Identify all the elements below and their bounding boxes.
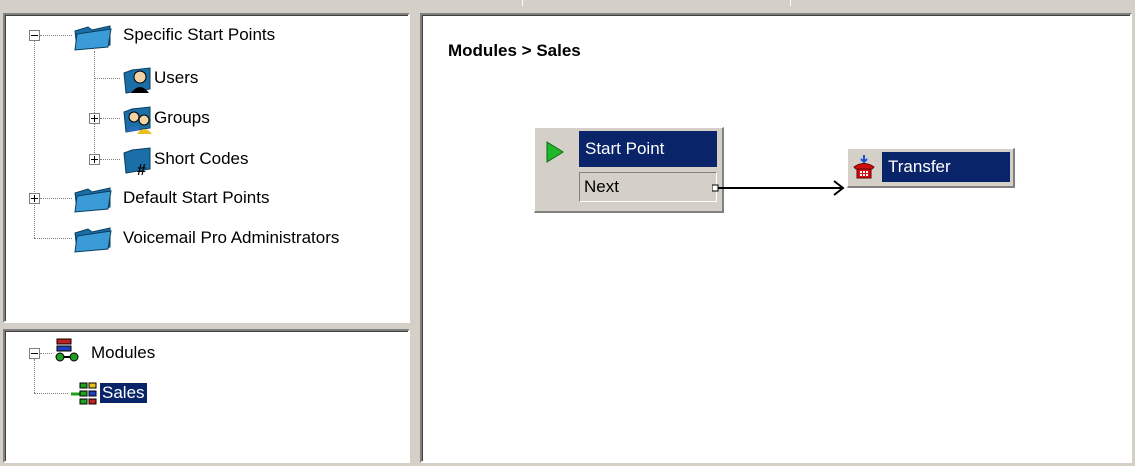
- connector-arrow: [712, 180, 845, 196]
- node-title: Transfer: [882, 152, 1010, 182]
- tree-line: [34, 359, 35, 393]
- tree-item-label: Default Start Points: [123, 188, 270, 207]
- short-code-icon: #: [123, 147, 151, 177]
- expand-toggle[interactable]: [89, 154, 100, 165]
- tree-line: [94, 78, 120, 79]
- tree-line: [100, 118, 120, 119]
- tree-item-label: Users: [154, 68, 199, 87]
- play-icon: [546, 141, 564, 163]
- breadcrumb: Modules > Sales: [448, 41, 581, 60]
- modules-tree-pane[interactable]: Modules Sales: [3, 329, 410, 463]
- start-points-tree-pane[interactable]: Specific Start Points Users Groups # Sho…: [3, 13, 410, 323]
- tree-item-label: Specific Start Points: [123, 25, 276, 44]
- group-icon: [123, 106, 152, 134]
- tree-line: [40, 198, 72, 199]
- tree-item-label: Groups: [154, 108, 210, 127]
- tree-item-label: Sales: [99, 382, 148, 404]
- tree-line: [34, 393, 68, 394]
- transfer-phone-icon: [853, 155, 875, 179]
- start-point-node[interactable]: Start Point Next: [534, 127, 724, 213]
- tree-item-label: Voicemail Pro Administrators: [123, 228, 340, 247]
- tree-line: [34, 38, 35, 238]
- tree-line: [34, 238, 72, 239]
- tree-item-label: Short Codes: [154, 149, 249, 168]
- user-icon: [123, 67, 151, 94]
- module-canvas[interactable]: Modules > Sales Start Point Next Transfe…: [420, 13, 1132, 463]
- tree-item-label: Modules: [91, 343, 156, 362]
- tree-line: [100, 159, 120, 160]
- flow-module-icon: [71, 382, 97, 405]
- column-divider: [790, 0, 791, 6]
- folder-icon: [74, 227, 112, 253]
- tree-line: [40, 35, 72, 36]
- top-splitter-strip: [0, 0, 1135, 6]
- expand-toggle[interactable]: [29, 193, 40, 204]
- collapse-toggle[interactable]: [29, 30, 40, 41]
- folder-icon: [74, 187, 112, 213]
- transfer-node[interactable]: Transfer: [847, 148, 1015, 188]
- modules-icon: [55, 338, 79, 362]
- node-exit-next[interactable]: Next: [579, 172, 717, 202]
- svg-text:#: #: [137, 162, 146, 177]
- column-divider: [522, 0, 523, 6]
- tree-line: [40, 353, 52, 354]
- tree-line: [94, 51, 95, 159]
- expand-toggle[interactable]: [89, 113, 100, 124]
- node-title: Start Point: [579, 131, 717, 167]
- folder-icon: [74, 25, 112, 51]
- collapse-toggle[interactable]: [29, 348, 40, 359]
